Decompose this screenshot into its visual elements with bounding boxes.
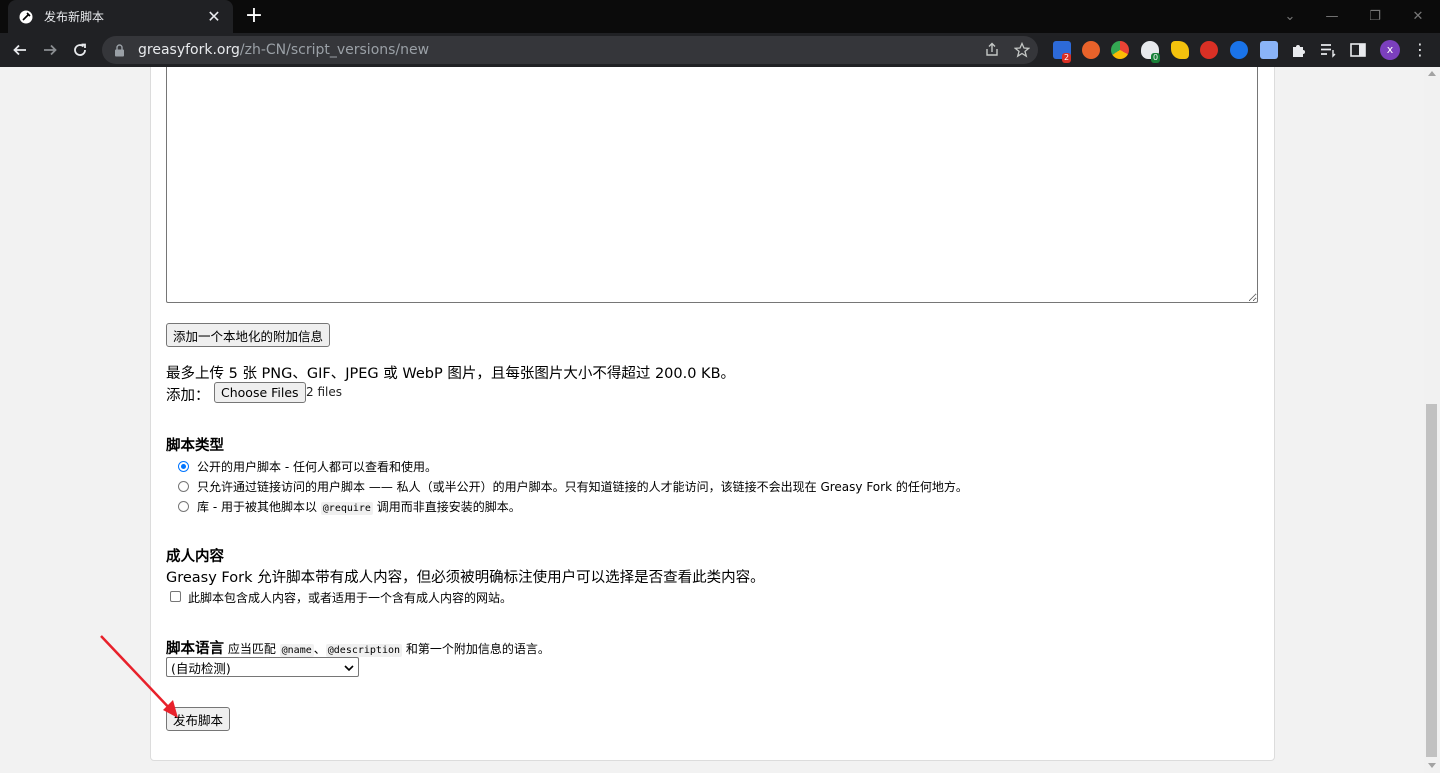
add-localized-info-button[interactable]: 添加一个本地化的附加信息 [166,323,331,347]
radio-unlisted[interactable] [178,481,189,492]
back-icon[interactable] [8,38,32,62]
browser-tab[interactable]: 发布新脚本 ✕ [8,0,233,33]
close-tab-icon[interactable]: ✕ [205,7,223,26]
adult-content-checkbox-label: 此脚本包含成人内容，或者适用于一个含有成人内容的网站。 [188,591,513,605]
yellow-extension-icon[interactable] [1171,41,1189,59]
new-tab-icon[interactable]: + [243,5,265,27]
language-note-sep: 、 [313,642,326,656]
require-code: @require [320,502,373,515]
greasyfork-favicon-icon [18,9,34,25]
url-text: greasyfork.org/zh-CN/script_versions/new [138,42,429,58]
adult-content-checkbox[interactable] [170,591,181,602]
browser-toolbar: greasyfork.org/zh-CN/script_versions/new… [0,33,1440,67]
forward-icon[interactable] [38,38,62,62]
url-host: greasyfork.org [138,42,240,58]
radio-library[interactable] [178,501,189,512]
radio-unlisted-label: 只允许通过链接访问的用户脚本 —— 私人（或半公开）的用户脚本。只有知道链接的人… [197,480,968,494]
extensions-puzzle-icon[interactable] [1290,41,1308,59]
translate-icon[interactable] [1260,41,1278,59]
profile-avatar[interactable]: x [1380,40,1400,60]
address-bar[interactable]: greasyfork.org/zh-CN/script_versions/new [102,36,1038,64]
library-label-pre: 库 - 用于被其他脚本以 [197,500,321,514]
reload-icon[interactable] [68,38,92,62]
choose-files-button[interactable]: Choose Files [214,382,306,403]
bookmark-star-icon[interactable] [1013,41,1031,58]
tab-search-icon[interactable]: ⌄ [1268,0,1312,33]
reading-list-icon[interactable] [1319,41,1337,59]
language-select[interactable]: (自动检测) [166,657,359,677]
language-note-pre: 应当匹配 [224,642,280,656]
tab-title: 发布新脚本 [44,10,105,24]
lock-icon[interactable] [114,43,128,57]
scrollbar-thumb[interactable] [1426,404,1437,757]
close-window-icon[interactable]: ✕ [1396,0,1440,33]
upload-note: 最多上传 5 张 PNG、GIF、JPEG 或 WebP 图片，且每张图片大小不… [166,366,736,382]
library-label-post: 调用而非直接安装的脚本。 [372,500,521,514]
chevron-down-icon [344,660,354,675]
scroll-up-icon[interactable] [1428,71,1436,76]
minimize-icon[interactable]: — [1310,0,1354,33]
blue-extension-icon[interactable] [1230,41,1248,59]
share-icon[interactable] [984,42,1000,58]
tab-strip: 发布新脚本 ✕ + ⌄ — ❐ ✕ [0,0,1440,33]
brave-lion-icon[interactable] [1082,41,1100,59]
language-note-post: 和第一个附加信息的语言。 [402,642,550,656]
url-path: /zh-CN/script_versions/new [239,42,430,58]
annotation-arrow-icon [100,635,178,718]
language-row: 脚本语言 应当匹配 @name、 @description 和第一个附加信息的语言… [166,637,550,658]
radio-library-label: 库 - 用于被其他脚本以 @require 调用而非直接安装的脚本。 [197,498,521,515]
description-code: @description [325,644,403,657]
files-status: 2 files [306,385,342,399]
adult-content-description: Greasy Fork 允许脚本带有成人内容，但必须被明确标注使用户可以选择是否… [166,570,765,586]
extension-badge: 2 [1062,53,1072,63]
color-picker-icon[interactable] [1111,41,1129,59]
santa-icon[interactable] [1200,41,1218,59]
page-viewport: 添加一个本地化的附加信息 最多上传 5 张 PNG、GIF、JPEG 或 Web… [0,67,1440,773]
add-label: 添加： [166,388,210,404]
script-type-heading: 脚本类型 [166,438,224,454]
restore-icon[interactable]: ❐ [1353,0,1397,33]
page-scrollbar[interactable] [1424,67,1440,773]
name-code: @name [279,644,314,657]
scroll-down-icon[interactable] [1428,763,1436,768]
cloud-badge: 0 [1151,53,1161,63]
radio-public-label: 公开的用户脚本 - 任何人都可以查看和使用。 [197,460,437,474]
adult-content-heading: 成人内容 [166,549,224,565]
additional-info-textarea[interactable] [166,67,1258,303]
menu-kebab-icon[interactable]: ⋮ [1411,41,1429,59]
radio-public[interactable] [178,461,189,472]
side-panel-icon[interactable] [1349,41,1367,59]
